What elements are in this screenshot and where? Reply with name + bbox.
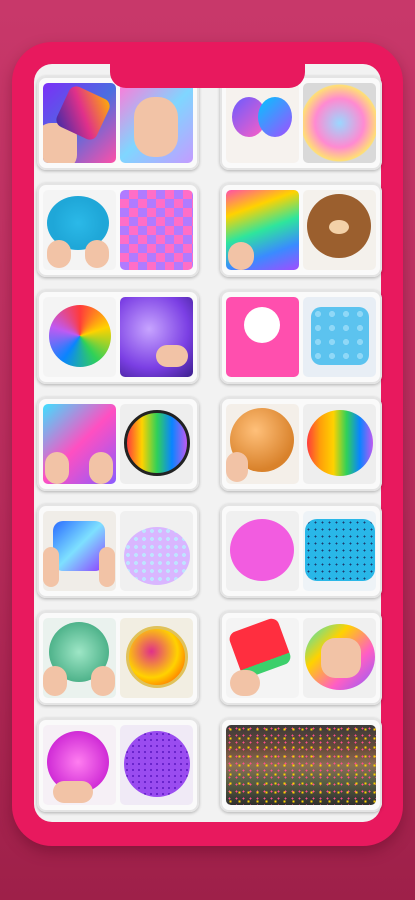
blue-beads-slime-icon bbox=[303, 297, 376, 377]
rainbow-squiggle-slime-icon bbox=[43, 297, 116, 377]
slime-card-1[interactable] bbox=[37, 76, 199, 170]
rainbow-hand-slime-icon bbox=[303, 618, 376, 698]
slime-card-3[interactable] bbox=[37, 183, 199, 277]
collage-slime-icon bbox=[226, 725, 376, 805]
slime-card-7[interactable] bbox=[37, 397, 199, 491]
purple-glitter-slime-icon bbox=[120, 297, 193, 377]
rainbow-bag-slime-icon bbox=[226, 190, 299, 270]
bubble-ball-slime-icon bbox=[303, 83, 376, 163]
blue-sprinkle-slime-icon bbox=[303, 511, 376, 591]
heart-slime-icon bbox=[43, 404, 116, 484]
slime-card-2[interactable] bbox=[220, 76, 382, 170]
foam-beads-slime-icon bbox=[120, 511, 193, 591]
pink-fluffy-slime-icon bbox=[43, 725, 116, 805]
bow-slime-icon bbox=[226, 83, 299, 163]
slime-card-10[interactable] bbox=[220, 504, 382, 598]
slime-card-6[interactable] bbox=[220, 290, 382, 384]
slime-card-5[interactable] bbox=[37, 290, 199, 384]
slime-card-13[interactable] bbox=[37, 718, 199, 812]
slime-card-8[interactable] bbox=[220, 397, 382, 491]
rainbow-slice-slime-icon bbox=[43, 83, 116, 163]
galaxy-ball-slime-icon bbox=[120, 618, 193, 698]
slime-card-9[interactable] bbox=[37, 504, 199, 598]
slime-grid bbox=[33, 72, 382, 832]
phone-notch bbox=[110, 42, 305, 88]
holo-cube-slime-icon bbox=[43, 511, 116, 591]
watermelon-slime-icon bbox=[226, 618, 299, 698]
clear-slime-icon bbox=[43, 618, 116, 698]
blue-dotted-slime-icon bbox=[43, 190, 116, 270]
foam-cotton-slime-icon bbox=[226, 297, 299, 377]
purple-mesh-slime-icon bbox=[120, 725, 193, 805]
rainbow-mesh-slime-icon bbox=[120, 404, 193, 484]
slime-card-12[interactable] bbox=[220, 611, 382, 705]
orange-ball-slime-icon bbox=[226, 404, 299, 484]
rainbow-sprinkle-slime-icon bbox=[303, 404, 376, 484]
slime-card-11[interactable] bbox=[37, 611, 199, 705]
slime-card-4[interactable] bbox=[220, 183, 382, 277]
slime-card-14[interactable] bbox=[220, 718, 382, 812]
hand-pastel-slime-icon bbox=[120, 83, 193, 163]
bear-face-slime-icon bbox=[303, 190, 376, 270]
checker-cube-slime-icon bbox=[120, 190, 193, 270]
eyeball-slime-icon bbox=[226, 511, 299, 591]
